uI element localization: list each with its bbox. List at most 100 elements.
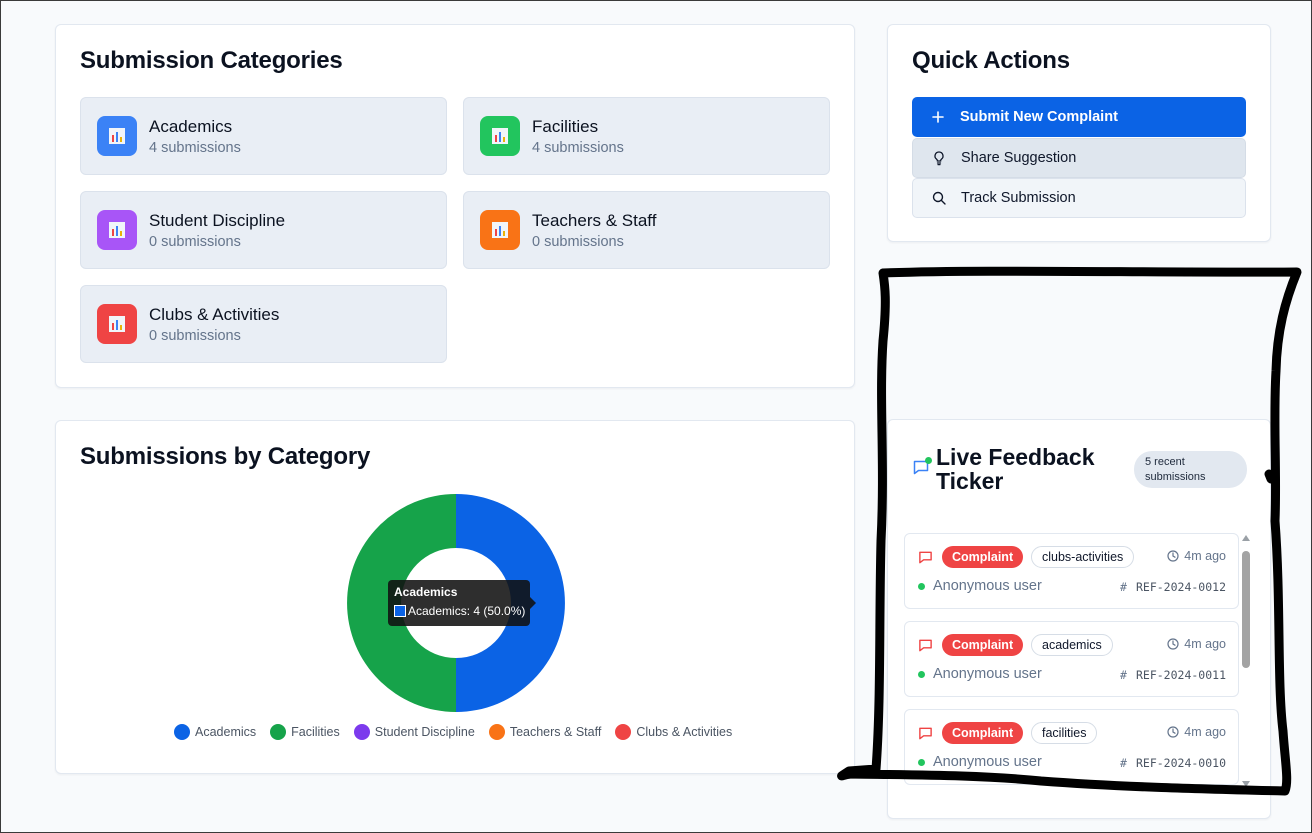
bar-chart-icon xyxy=(97,210,137,250)
bar-chart-icon xyxy=(97,116,137,156)
live-feedback-ticker-card: Live Feedback Ticker 5 recent submission… xyxy=(887,419,1271,819)
clock-icon xyxy=(1167,726,1179,738)
legend-swatch xyxy=(174,724,190,740)
category-badge: clubs-activities xyxy=(1031,546,1135,568)
category-name: Academics xyxy=(149,117,233,136)
chart-legend: Academics Facilities Student Discipline Tea… xyxy=(174,724,746,740)
feed-time: 4m ago xyxy=(1167,637,1226,651)
type-badge: Complaint xyxy=(942,634,1024,656)
category-count: 0 submissions xyxy=(149,328,241,344)
submit-new-complaint-label: Submit New Complaint xyxy=(960,109,1118,125)
feed-ref: # REF-2024-0012 xyxy=(1120,580,1226,594)
legend-item[interactable]: Academics xyxy=(174,724,256,740)
share-suggestion-button[interactable]: Share Suggestion xyxy=(912,138,1246,178)
legend-swatch xyxy=(270,724,287,740)
feed-user: Anonymous user xyxy=(933,666,1042,682)
hash-icon: # xyxy=(1120,668,1127,682)
categories-title: Submission Categories xyxy=(80,47,343,74)
legend-swatch xyxy=(615,724,632,740)
hash-icon: # xyxy=(1120,580,1127,594)
chart-title: Submissions by Category xyxy=(80,443,371,470)
tooltip-arrow xyxy=(530,597,536,609)
category-count: 0 submissions xyxy=(149,234,241,250)
feed-ref: # REF-2024-0010 xyxy=(1120,756,1226,770)
quick-actions-title: Quick Actions xyxy=(912,47,1070,74)
search-icon xyxy=(931,190,947,206)
user-status-dot xyxy=(918,671,925,678)
feed-item[interactable]: Complaint academics 4m ago Anonymous use… xyxy=(904,621,1239,697)
feed-time-text: 4m ago xyxy=(1184,549,1226,563)
legend-item[interactable]: Clubs & Activities xyxy=(615,724,732,740)
tooltip-text: Academics: 4 (50.0%) xyxy=(408,604,526,618)
feed-ref: # REF-2024-0011 xyxy=(1120,668,1226,682)
message-square-icon xyxy=(919,551,932,564)
type-badge: Complaint xyxy=(942,722,1024,744)
category-name: Facilities xyxy=(532,117,599,136)
category-tile-teachers-staff[interactable]: Teachers & Staff 0 submissions xyxy=(463,191,830,269)
legend-label: Academics xyxy=(195,725,257,739)
category-count: 4 submissions xyxy=(149,140,241,156)
scrollbar-thumb[interactable] xyxy=(1242,551,1250,668)
category-tile-academics[interactable]: Academics 4 submissions xyxy=(80,97,447,175)
feed-time: 4m ago xyxy=(1167,725,1226,739)
feed-time-text: 4m ago xyxy=(1184,637,1226,651)
category-count: 4 submissions xyxy=(532,140,624,156)
feed-user: Anonymous user xyxy=(933,578,1042,594)
legend-label: Clubs & Activities xyxy=(636,725,733,739)
feed-list[interactable]: Complaint clubs-activities 4m ago Anonym… xyxy=(888,530,1272,792)
recent-submissions-badge: 5 recent submissions xyxy=(1134,451,1247,488)
category-name: Teachers & Staff xyxy=(532,211,657,230)
feed-ref-text: REF-2024-0011 xyxy=(1135,668,1226,682)
feed-scrollbar[interactable] xyxy=(1241,535,1251,787)
submissions-by-category-card: Submissions by Category Academics Academ… xyxy=(55,420,855,774)
scroll-up-arrow-icon[interactable] xyxy=(1242,535,1250,541)
scroll-down-arrow-icon[interactable] xyxy=(1242,781,1250,787)
bar-chart-icon xyxy=(97,304,137,344)
legend-label: Student Discipline xyxy=(374,725,475,739)
quick-actions-card: Quick Actions Submit New Complaint Share… xyxy=(887,24,1271,242)
category-tile-facilities[interactable]: Facilities 4 submissions xyxy=(463,97,830,175)
bar-chart-icon xyxy=(480,210,520,250)
feed-time: 4m ago xyxy=(1167,549,1226,563)
share-suggestion-label: Share Suggestion xyxy=(961,150,1077,166)
chart-tooltip: Academics Academics: 4 (50.0%) xyxy=(388,580,536,626)
message-square-icon xyxy=(919,639,932,652)
user-status-dot xyxy=(918,583,925,590)
category-tile-clubs-activities[interactable]: Clubs & Activities 0 submissions xyxy=(80,285,447,363)
live-indicator-dot xyxy=(925,457,932,464)
feed-user: Anonymous user xyxy=(933,754,1042,770)
plus-icon xyxy=(930,109,946,125)
track-submission-button[interactable]: Track Submission xyxy=(912,178,1246,218)
feed-item[interactable]: Complaint facilities 4m ago Anonymous us… xyxy=(904,709,1239,785)
legend-swatch xyxy=(488,724,505,740)
category-name: Clubs & Activities xyxy=(149,305,280,324)
user-status-dot xyxy=(918,759,925,766)
clock-icon xyxy=(1167,550,1179,562)
legend-label: Facilities xyxy=(291,725,340,739)
tooltip-title: Academics xyxy=(394,585,458,599)
feed-item[interactable]: Complaint clubs-activities 4m ago Anonym… xyxy=(904,533,1239,609)
message-square-icon xyxy=(919,727,932,740)
category-name: Student Discipline xyxy=(149,211,286,230)
feed-ref-text: REF-2024-0010 xyxy=(1135,756,1226,770)
lightbulb-icon xyxy=(931,150,947,166)
legend-swatch xyxy=(353,724,370,740)
category-badge: academics xyxy=(1031,634,1113,656)
tooltip-swatch xyxy=(394,605,406,617)
feed-ref-text: REF-2024-0012 xyxy=(1135,580,1226,594)
category-count: 0 submissions xyxy=(532,234,624,250)
type-badge: Complaint xyxy=(942,546,1024,568)
category-badge: facilities xyxy=(1031,722,1098,744)
track-submission-label: Track Submission xyxy=(961,190,1076,206)
feed-time-text: 4m ago xyxy=(1184,725,1226,739)
hash-icon: # xyxy=(1120,756,1127,770)
ticker-title: Live Feedback Ticker xyxy=(936,444,1095,494)
category-tile-student-discipline[interactable]: Student Discipline 0 submissions xyxy=(80,191,447,269)
legend-item[interactable]: Teachers & Staff xyxy=(488,724,602,740)
legend-item[interactable]: Student Discipline xyxy=(353,724,475,740)
submission-categories-card: Submission Categories Academics 4 submis… xyxy=(55,24,855,388)
legend-item[interactable]: Facilities xyxy=(270,724,340,740)
legend-label: Teachers & Staff xyxy=(509,725,602,739)
submit-new-complaint-button[interactable]: Submit New Complaint xyxy=(912,97,1246,137)
clock-icon xyxy=(1167,638,1179,650)
